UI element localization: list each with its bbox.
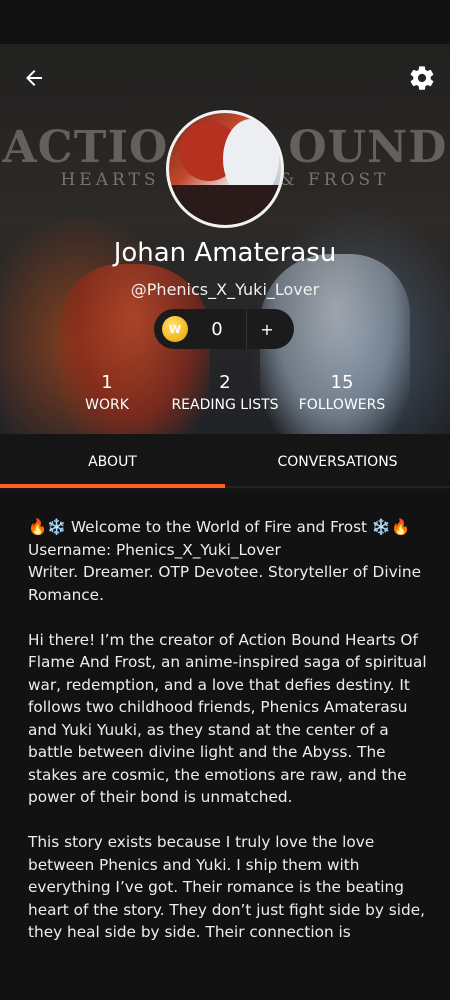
avatar-art-coat (169, 185, 281, 225)
stat-followers-value: 15 (330, 372, 354, 393)
coin-icon: W (162, 316, 188, 342)
gear-icon (410, 66, 434, 90)
about-username-line: Username: Phenics_X_Yuki_Lover (28, 540, 281, 559)
stat-work-label: WORK (85, 397, 129, 413)
stat-followers[interactable]: 15 FOLLOWERS (292, 372, 392, 413)
status-bar (0, 0, 450, 44)
tab-underline (225, 486, 450, 488)
about-paragraph-1: Hi there! I’m the creator of Action Boun… (28, 630, 427, 807)
stat-work[interactable]: 1 WORK (62, 372, 152, 413)
back-button[interactable] (14, 58, 54, 98)
display-name: Johan Amaterasu (113, 238, 337, 268)
profile-tabs: ABOUT CONVERSATIONS (0, 434, 450, 490)
profile-stats: 1 WORK 2 READING LISTS 15 FOLLOWERS (0, 372, 450, 422)
about-header-block: 🔥❄️ Welcome to the World of Fire and Fro… (28, 516, 428, 606)
stat-reading-lists-value: 2 (219, 372, 231, 393)
about-paragraph-2: This story exists because I truly love t… (28, 833, 425, 941)
username: @Phenics_X_Yuki_Lover (130, 280, 320, 299)
active-tab-indicator (0, 484, 225, 488)
arrow-left-icon (26, 70, 42, 86)
stat-work-value: 1 (101, 372, 113, 393)
add-coins-button[interactable]: + (247, 320, 287, 339)
tab-about[interactable]: ABOUT (0, 434, 225, 490)
tab-conversations[interactable]: CONVERSATIONS (225, 434, 450, 490)
about-tagline: Writer. Dreamer. OTP Devotee. Storytelle… (28, 563, 421, 604)
profile-avatar[interactable] (166, 110, 284, 228)
stat-followers-label: FOLLOWERS (298, 397, 386, 413)
stat-reading-lists[interactable]: 2 READING LISTS (165, 372, 285, 413)
about-intro: 🔥❄️ Welcome to the World of Fire and Fro… (28, 518, 411, 536)
coin-balance-pill[interactable]: W 0 + (154, 309, 294, 349)
settings-button[interactable] (400, 56, 444, 100)
about-section: 🔥❄️ Welcome to the World of Fire and Fro… (28, 516, 428, 956)
stat-reading-lists-label: READING LISTS (171, 397, 279, 413)
coin-count: 0 (211, 318, 223, 340)
